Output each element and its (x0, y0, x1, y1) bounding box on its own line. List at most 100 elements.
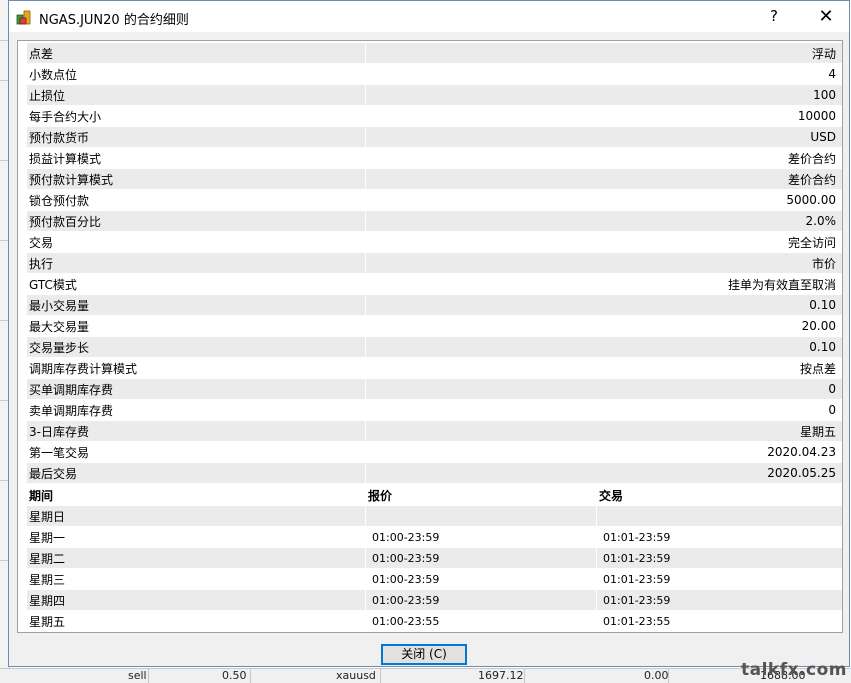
session-row: 星期日 (26, 505, 842, 527)
spec-key: 每手合约大小 (26, 105, 366, 127)
spec-key: 卖单调期库存费 (26, 399, 366, 421)
spec-key: 买单调期库存费 (26, 378, 366, 400)
sessions-header-trade: 交易 (596, 484, 842, 506)
session-day: 星期三 (26, 568, 366, 590)
spec-value: 0 (365, 378, 842, 400)
spec-row: 最后交易 2020.05.25 (26, 462, 842, 484)
close-window-button[interactable]: ✕ (803, 1, 849, 32)
spec-value: 5000.00 (365, 189, 842, 211)
spec-key: 预付款货币 (26, 126, 366, 148)
spec-key: 交易量步长 (26, 336, 366, 358)
spec-row: 每手合约大小 10000 (26, 105, 842, 127)
spec-row: 交易量步长 0.10 (26, 336, 842, 358)
help-button[interactable]: ? (751, 1, 797, 32)
sessions-header-period: 期间 (26, 484, 366, 506)
spec-key: 预付款百分比 (26, 210, 366, 232)
spec-value: 2020.04.23 (365, 441, 842, 463)
session-row: 星期一 01:00-23:59 01:01-23:59 (26, 526, 842, 548)
spec-key: 预付款计算模式 (26, 168, 366, 190)
spec-row: 执行 市价 (26, 252, 842, 274)
spec-key: 锁仓预付款 (26, 189, 366, 211)
spec-value: 20.00 (365, 315, 842, 337)
session-day: 星期五 (26, 610, 366, 632)
bg-order-type: sell (128, 669, 147, 682)
bg-order-volume: 0.50 (222, 669, 247, 682)
session-day: 星期一 (26, 526, 366, 548)
spec-row: 锁仓预付款 5000.00 (26, 189, 842, 211)
spec-key: GTC模式 (26, 273, 366, 295)
session-row: 星期六 (26, 631, 842, 632)
contract-specification-dialog: NGAS.JUN20 的合约细则 ? ✕ 点差 浮动 小数点位 4 止损位 100 每手合约… (8, 0, 850, 667)
spec-value: 挂单为有效直至取消 (365, 273, 842, 295)
spec-key: 3-日库存费 (26, 420, 366, 442)
app-icon (16, 10, 31, 25)
session-day: 星期六 (26, 631, 366, 632)
spec-row: 买单调期库存费 0 (26, 378, 842, 400)
spec-row: 卖单调期库存费 0 (26, 399, 842, 421)
spec-value: 4 (365, 63, 842, 85)
spec-row: 预付款百分比 2.0% (26, 210, 842, 232)
spec-key: 调期库存费计算模式 (26, 357, 366, 379)
watermark: talkfx.com (740, 660, 847, 680)
spec-value: 2020.05.25 (365, 462, 842, 484)
session-row: 星期三 01:00-23:59 01:01-23:59 (26, 568, 842, 590)
spec-value: 0 (365, 399, 842, 421)
spec-row: 小数点位 4 (26, 63, 842, 85)
bg-order-price: 1697.12 (478, 669, 524, 682)
spec-row: 第一笔交易 2020.04.23 (26, 441, 842, 463)
spec-value: 星期五 (365, 420, 842, 442)
session-quote: 01:00-23:59 (365, 589, 597, 611)
spec-value: 10000 (365, 105, 842, 127)
spec-row: 调期库存费计算模式 按点差 (26, 357, 842, 379)
session-trade: 01:01-23:59 (596, 568, 842, 590)
spec-row: 预付款货币 USD (26, 126, 842, 148)
session-row: 星期五 01:00-23:55 01:01-23:55 (26, 610, 842, 632)
spec-key: 最后交易 (26, 462, 366, 484)
spec-value: 100 (365, 84, 842, 106)
sessions-table: 期间 报价 交易 星期日 星期一 01:00-23:59 01:01-23:59 星期二… (26, 484, 842, 632)
session-day: 星期日 (26, 505, 366, 527)
spec-value: 按点差 (365, 357, 842, 379)
spec-row: 3-日库存费 星期五 (26, 420, 842, 442)
spec-key: 最小交易量 (26, 294, 366, 316)
spec-row: GTC模式 挂单为有效直至取消 (26, 273, 842, 295)
session-quote: 01:00-23:59 (365, 568, 597, 590)
session-row: 星期四 01:00-23:59 01:01-23:59 (26, 589, 842, 611)
session-quote (365, 631, 597, 632)
spec-key: 最大交易量 (26, 315, 366, 337)
session-quote: 01:00-23:55 (365, 610, 597, 632)
spec-row: 交易 完全访问 (26, 231, 842, 253)
spec-key: 损益计算模式 (26, 147, 366, 169)
spec-value: USD (365, 126, 842, 148)
spec-key: 点差 (26, 42, 366, 64)
session-trade (596, 505, 842, 527)
session-trade (596, 631, 842, 632)
spec-value: 差价合约 (365, 168, 842, 190)
close-button[interactable]: 关闭 (C) (381, 644, 467, 665)
session-trade: 01:01-23:59 (596, 589, 842, 611)
background-order-row: sell 0.50 xauusd 1697.12 0.00 1688.00 (0, 668, 851, 683)
session-quote: 01:00-23:59 (365, 526, 597, 548)
spec-value: 2.0% (365, 210, 842, 232)
spec-value: 差价合约 (365, 147, 842, 169)
spec-key: 交易 (26, 231, 366, 253)
window-title: NGAS.JUN20 的合约细则 (39, 13, 189, 28)
spec-value: 浮动 (365, 42, 842, 64)
spec-value: 0.10 (365, 294, 842, 316)
spec-row: 损益计算模式 差价合约 (26, 147, 842, 169)
bg-order-sl: 0.00 (644, 669, 669, 682)
spec-row: 预付款计算模式 差价合约 (26, 168, 842, 190)
title-bar[interactable]: NGAS.JUN20 的合约细则 ? ✕ (9, 1, 849, 32)
spec-value: 完全访问 (365, 231, 842, 253)
session-trade: 01:01-23:55 (596, 610, 842, 632)
session-quote: 01:00-23:59 (365, 547, 597, 569)
spec-key: 止损位 (26, 84, 366, 106)
spec-table: 点差 浮动 小数点位 4 止损位 100 每手合约大小 10000 预付款货币 USD 损益计算模式… (26, 42, 842, 484)
spec-key: 小数点位 (26, 63, 366, 85)
spec-row: 点差 浮动 (26, 42, 842, 64)
spec-row: 最大交易量 20.00 (26, 315, 842, 337)
session-day: 星期二 (26, 547, 366, 569)
spec-row: 止损位 100 (26, 84, 842, 106)
spec-value: 0.10 (365, 336, 842, 358)
spec-key: 第一笔交易 (26, 441, 366, 463)
